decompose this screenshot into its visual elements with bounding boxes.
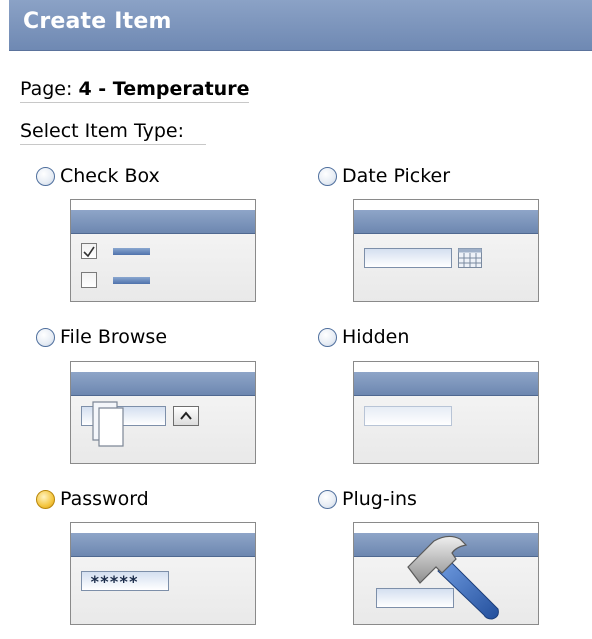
preview-title-bar — [71, 523, 255, 557]
option-label: Date Picker — [342, 165, 451, 187]
checkbox-label-line — [113, 277, 150, 284]
option-label: Plug-ins — [342, 488, 417, 510]
option-password[interactable]: Password — [36, 488, 149, 510]
hidden-field — [364, 406, 452, 426]
checkbox-preview-icon[interactable] — [70, 199, 256, 302]
checkbox-label-line — [113, 248, 150, 255]
preview-title-bar — [354, 362, 538, 396]
unchecked-box-icon — [81, 272, 97, 288]
option-label: File Browse — [60, 326, 168, 348]
radio-file-browse[interactable] — [36, 327, 55, 347]
hidden-preview-icon[interactable] — [353, 361, 539, 464]
password-mask: ***** — [90, 572, 139, 591]
option-label: Password — [60, 488, 149, 510]
option-plug-ins[interactable]: Plug-ins — [318, 488, 417, 510]
preview-title-bar — [71, 200, 255, 234]
document-icon — [92, 401, 124, 447]
option-check-box[interactable]: Check Box — [36, 165, 160, 187]
preview-title-bar — [354, 200, 538, 234]
header-title: Create Item — [23, 9, 172, 34]
option-date-picker[interactable]: Date Picker — [318, 165, 450, 187]
create-item-header: Create Item — [9, 0, 592, 51]
radio-plug-ins[interactable] — [318, 489, 337, 509]
page-value: 4 - Temperature — [78, 78, 250, 100]
select-item-type-label: Select Item Type: — [20, 120, 206, 145]
option-file-browse[interactable]: File Browse — [36, 326, 167, 348]
date-field — [364, 248, 452, 268]
hammer-icon — [407, 535, 499, 620]
radio-check-box[interactable] — [36, 166, 55, 186]
page-label: Page: — [20, 78, 73, 100]
password-preview-icon[interactable]: ***** — [70, 522, 256, 625]
preview-title-bar — [71, 362, 255, 396]
option-label: Check Box — [60, 165, 160, 187]
radio-hidden[interactable] — [318, 327, 337, 347]
radio-date-picker[interactable] — [318, 166, 337, 186]
option-hidden[interactable]: Hidden — [318, 326, 409, 348]
browse-button — [173, 406, 199, 426]
page-info: Page: 4 - Temperature — [20, 78, 250, 103]
date-picker-preview-icon[interactable] — [353, 199, 539, 302]
calendar-icon — [458, 248, 482, 268]
radio-password-selected[interactable] — [36, 489, 55, 509]
plugins-preview-icon[interactable] — [353, 522, 539, 625]
password-field: ***** — [81, 571, 169, 591]
checked-box-icon — [81, 243, 97, 259]
option-label: Hidden — [342, 326, 410, 348]
file-browse-preview-icon[interactable] — [70, 361, 256, 464]
